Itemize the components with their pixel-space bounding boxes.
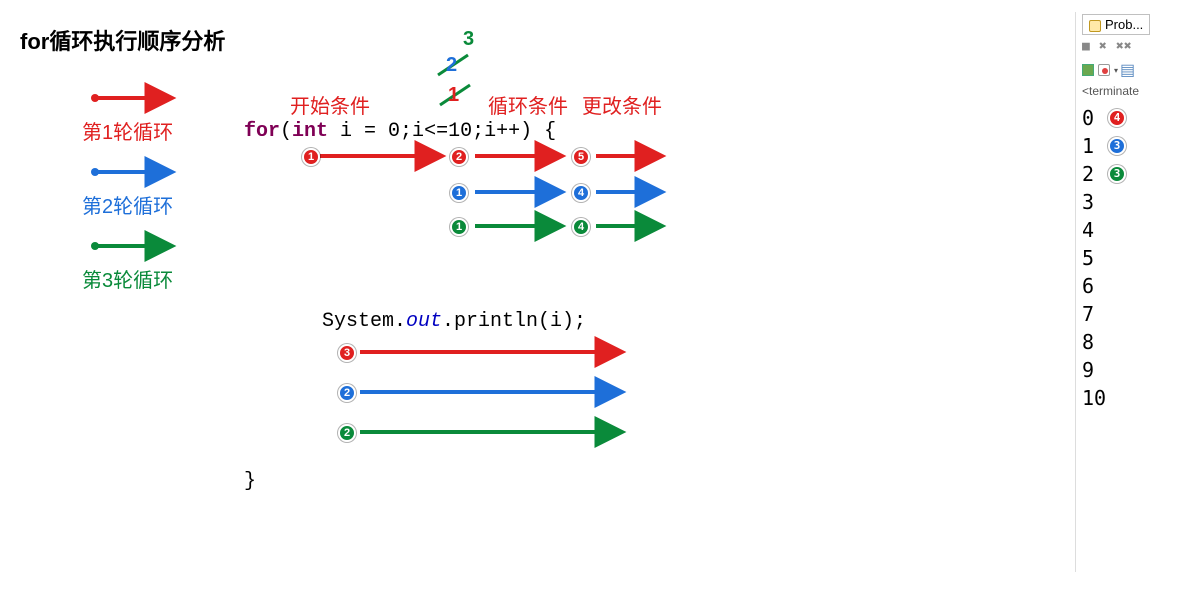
strikeout-2: 2 — [446, 54, 457, 77]
console-line-3: 3 — [1082, 188, 1194, 216]
code-kw-for: for — [244, 120, 280, 143]
scroll-lock-icon[interactable] — [1082, 64, 1094, 76]
console-line-7: 7 — [1082, 300, 1194, 328]
strikeout-1: 1 — [448, 84, 459, 107]
console-line-6: 6 — [1082, 272, 1194, 300]
console-status: <terminate — [1076, 82, 1200, 100]
console-line-10: 10 — [1082, 384, 1194, 412]
console-line-8: 8 — [1082, 328, 1194, 356]
legend-loop2: 第2轮循环 — [82, 190, 173, 219]
label-loop-condition: 循环条件 — [488, 90, 568, 119]
code-close-brace: } — [244, 470, 256, 493]
code-kw-int: int — [292, 120, 328, 143]
badge-red-5: 5 — [572, 148, 590, 166]
badge-blue-4: 4 — [572, 184, 590, 202]
console-line-4: 4 — [1082, 216, 1194, 244]
console-output: 04 13 23 3 4 5 6 7 8 9 10 — [1076, 100, 1200, 416]
label-start-condition: 开始条件 — [290, 90, 370, 119]
console-badge-0: 4 — [1108, 109, 1126, 127]
console-tab-label: Prob... — [1105, 17, 1143, 32]
badge-red-1: 1 — [302, 148, 320, 166]
code-for-rest: i = 0;i<=10;i++) { — [328, 120, 556, 143]
stop-icon[interactable]: ■ — [1082, 39, 1095, 54]
badge-println-blue: 2 — [338, 384, 356, 402]
code-system: System. — [322, 310, 406, 333]
open-console-icon[interactable]: ▤ — [1120, 60, 1133, 80]
problems-icon — [1089, 20, 1101, 32]
console-badge-2: 3 — [1108, 165, 1126, 183]
code-for-line: for(int i = 0;i<=10;i++) { — [244, 120, 556, 143]
console-toolbar: ■✖✖✖ — [1076, 35, 1200, 58]
legend-loop3: 第3轮循环 — [82, 264, 173, 293]
legend-loop1: 第1轮循环 — [82, 116, 173, 145]
console-panel: Prob... ■✖✖✖ ▾▤ <terminate 04 13 23 3 4 … — [1075, 12, 1200, 572]
display-dropdown-icon[interactable]: ▾ — [1114, 66, 1118, 75]
console-line-5: 5 — [1082, 244, 1194, 272]
code-println-line: System.out.println(i); — [322, 310, 586, 333]
console-line-2: 23 — [1082, 160, 1194, 188]
pin-console-icon[interactable] — [1098, 64, 1110, 76]
remove-all-icon[interactable]: ✖✖ — [1116, 39, 1129, 54]
console-line-1: 13 — [1082, 132, 1194, 160]
console-badge-1: 3 — [1108, 137, 1126, 155]
console-toolbar-row2: ▾▤ — [1076, 58, 1200, 82]
console-line-9: 9 — [1082, 356, 1194, 384]
remove-icon[interactable]: ✖ — [1099, 39, 1112, 54]
badge-green-4: 4 — [572, 218, 590, 236]
code-println: .println(i); — [442, 310, 586, 333]
badge-green-1: 1 — [450, 218, 468, 236]
badge-red-2: 2 — [450, 148, 468, 166]
code-out: out — [406, 310, 442, 333]
badge-blue-1: 1 — [450, 184, 468, 202]
label-update-condition: 更改条件 — [582, 90, 662, 119]
badge-println-green: 2 — [338, 424, 356, 442]
strikeout-3: 3 — [463, 28, 474, 51]
page-title: for循环执行顺序分析 — [20, 24, 225, 56]
console-tab[interactable]: Prob... — [1082, 14, 1150, 35]
console-line-0: 04 — [1082, 104, 1194, 132]
code-paren: ( — [280, 120, 292, 143]
badge-println-red: 3 — [338, 344, 356, 362]
